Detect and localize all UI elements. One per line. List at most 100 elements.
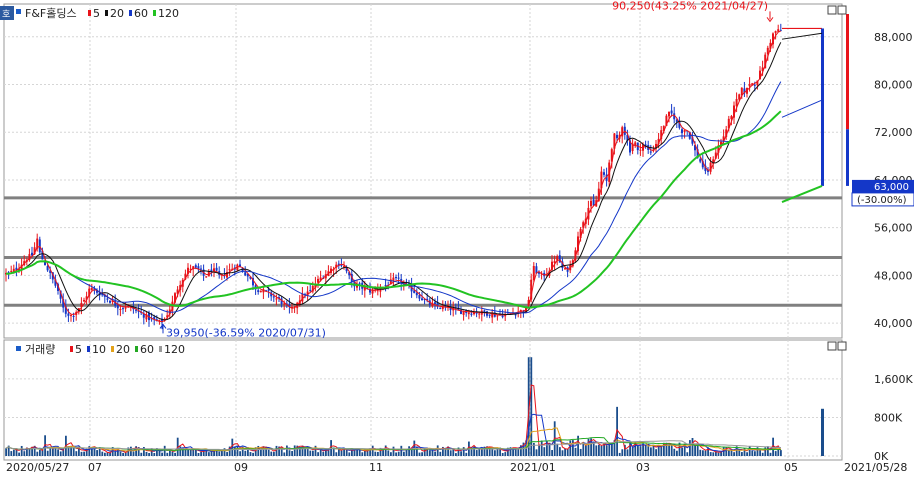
volume-bar <box>631 447 634 456</box>
volume-bar <box>460 451 462 456</box>
volume-bar <box>218 451 221 456</box>
volume-bar <box>712 452 715 456</box>
x-axis-label: 2021/01 <box>510 461 556 474</box>
volume-bar <box>405 449 408 456</box>
volume-bar <box>400 445 403 456</box>
volume-bar <box>618 452 621 456</box>
volume-bar <box>759 450 761 456</box>
side-mode-label: 호 <box>2 9 10 20</box>
legend-stock-name: F&F홀딩스 <box>25 7 77 20</box>
volume-bar <box>124 452 127 456</box>
volume-bar <box>543 447 546 456</box>
volume-bar <box>153 452 156 456</box>
candle-body <box>194 265 197 268</box>
legend-ma-label: 60 <box>134 7 148 20</box>
volume-bar <box>371 445 374 456</box>
candle-body <box>397 277 400 279</box>
volume-bar <box>455 453 457 456</box>
volume-bar <box>686 452 689 456</box>
volume-bar <box>650 447 652 456</box>
volume-bar <box>46 450 49 456</box>
candle-body <box>215 267 218 271</box>
candle-body <box>267 289 270 291</box>
legend-ma-label: 20 <box>110 7 124 20</box>
volume-bar <box>496 449 499 456</box>
candle-body <box>317 278 319 283</box>
volume-bar <box>286 445 288 456</box>
volume-bar <box>704 450 707 456</box>
volume-bar <box>317 452 319 456</box>
volume-bar <box>717 452 720 456</box>
volume-bar <box>353 449 356 456</box>
volume-bar <box>741 452 743 456</box>
x-axis-label: 03 <box>636 461 650 474</box>
candle-body <box>421 298 423 301</box>
volume-tick-label: 800K <box>874 411 903 424</box>
volume-bar <box>101 451 104 456</box>
volume-bar <box>205 450 208 456</box>
volume-bar <box>579 448 582 456</box>
volume-bar <box>702 450 704 456</box>
volume-legend-label: 120 <box>164 343 185 356</box>
current-change-text: (-30.00%) <box>857 195 907 206</box>
volume-bar <box>252 452 254 456</box>
legend-ma-swatch <box>153 10 156 16</box>
volume-bar <box>5 448 7 456</box>
candle-body <box>358 283 361 285</box>
candle-body <box>603 172 605 175</box>
volume-bar <box>192 449 195 456</box>
candle-body <box>558 255 561 263</box>
volume-bar <box>434 451 436 456</box>
volume-bar <box>629 442 631 456</box>
price-tick-label: 48,000 <box>874 269 913 282</box>
volume-bar <box>395 452 397 456</box>
volume-bar <box>140 452 143 456</box>
volume-bar <box>236 445 239 456</box>
x-axis-label: 05 <box>784 461 798 474</box>
volume-bar <box>348 452 351 456</box>
volume-bar <box>59 451 62 456</box>
volume-bar <box>390 452 392 456</box>
volume-bar <box>598 444 600 456</box>
volume-bar <box>540 440 543 456</box>
candle-drop <box>821 28 824 186</box>
volume-bar <box>96 450 98 456</box>
candle-body <box>478 313 481 315</box>
volume-bar <box>130 446 132 456</box>
price-tick-label: 88,000 <box>874 31 913 44</box>
volume-panel <box>3 339 843 461</box>
x-axis-label: 11 <box>369 461 383 474</box>
candle-body <box>90 287 93 290</box>
volume-bar <box>234 446 236 456</box>
volume-bar <box>226 452 228 456</box>
volume-bar <box>54 447 57 456</box>
panel-window-button[interactable] <box>837 5 847 15</box>
volume-bar <box>436 445 439 456</box>
volume-bar <box>774 451 777 456</box>
candle-body <box>257 290 260 292</box>
candle-body <box>634 142 637 146</box>
candle-body <box>748 83 751 87</box>
candle-body <box>395 277 397 279</box>
volume-bar <box>288 450 291 456</box>
candle-body <box>415 292 418 296</box>
volume-bar <box>18 452 20 456</box>
candle-body <box>418 295 421 299</box>
right-edge-red-bar <box>846 14 849 130</box>
x-axis-label: 2021/05/28 <box>844 461 907 474</box>
panel-window-button[interactable] <box>827 5 837 15</box>
volume-bar <box>769 452 772 456</box>
volume-bar <box>689 440 691 456</box>
volume-bar <box>322 451 325 456</box>
candle-body <box>119 308 122 310</box>
volume-bar <box>538 444 540 456</box>
volume-bar <box>660 446 663 456</box>
volume-bar <box>52 448 54 456</box>
panel-window-button[interactable] <box>827 341 837 351</box>
volume-bar <box>761 452 764 456</box>
candle-body <box>67 313 70 316</box>
panel-window-button[interactable] <box>837 341 847 351</box>
candle-body <box>774 31 777 33</box>
candle-body <box>228 269 231 271</box>
price-tick-label: 72,000 <box>874 126 913 139</box>
